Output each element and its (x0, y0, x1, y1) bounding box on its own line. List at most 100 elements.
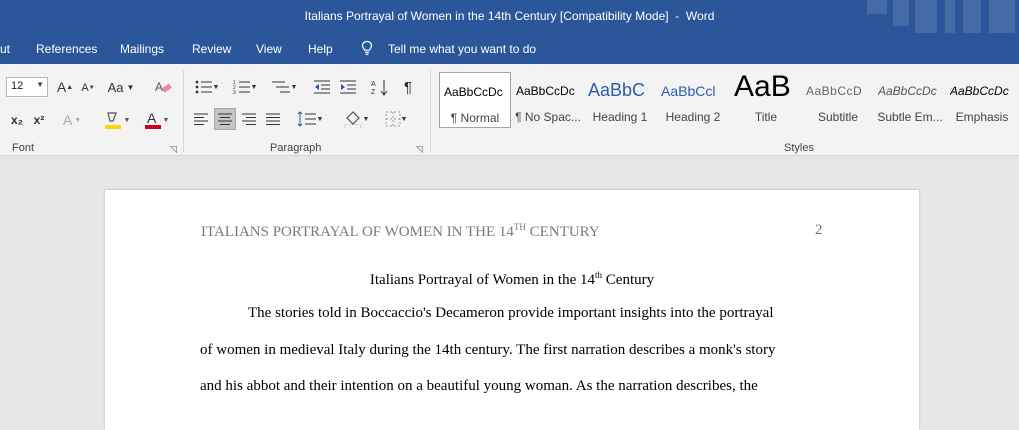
style-sample: AaBbC (588, 80, 646, 100)
numbered-list-icon: 123 (233, 80, 250, 95)
ribbon: 12 ▼ A ▲ A ▼ Aa ▼ A x₂ x² A ▼ ▼ A ▼ Font ◹ ▼ (0, 64, 1019, 156)
style-name: Heading 1 (592, 110, 648, 124)
lightbulb-icon (361, 40, 373, 55)
body-line: and his abbot and their intention on a b… (200, 378, 758, 394)
style-title[interactable]: AaB Title (730, 70, 802, 128)
style-name: Subtitle (817, 110, 859, 124)
bullet-list-icon (195, 80, 212, 94)
decrease-indent-icon (314, 80, 330, 94)
style-sample: AaBbCcD (806, 84, 863, 98)
clear-formatting-button[interactable]: A (154, 77, 172, 97)
align-right-button[interactable] (239, 109, 259, 129)
align-center-button[interactable] (214, 108, 236, 130)
style-name: Title (754, 110, 778, 124)
tab-view[interactable]: View (256, 42, 282, 56)
style-sample: AaBbCcDc (516, 84, 575, 98)
paragraph-dialog-launcher-icon[interactable]: ◹ (416, 144, 423, 155)
svg-text:A: A (371, 81, 376, 88)
style-name: Subtle Em... (877, 110, 943, 124)
style-name: ¶ Normal (450, 111, 500, 125)
borders-button[interactable]: ▼ (380, 108, 412, 130)
tab-help[interactable]: Help (308, 42, 333, 56)
document-name: Italians Portrayal of Women in the 14th … (304, 9, 669, 23)
tell-me-search[interactable]: Tell me what you want to do (388, 42, 536, 56)
line-spacing-icon (297, 111, 316, 127)
styles-gallery: AaBbCcDc ¶ Normal AaBbCcDc ¶ No Spac... … (438, 70, 1019, 129)
text-effects-button[interactable]: A ▼ (60, 110, 84, 130)
subscript-button[interactable]: x₂ (8, 111, 26, 129)
font-color-button[interactable]: A ▼ (140, 109, 172, 131)
font-size-value: 12 (11, 80, 24, 92)
group-divider (430, 70, 431, 152)
numbering-button[interactable]: 123 ▼ (230, 77, 260, 97)
align-left-icon (194, 113, 208, 125)
style-subtle-emphasis[interactable]: AaBbCcDc Subtle Em... (874, 72, 946, 128)
style-heading-1[interactable]: AaBbC Heading 1 (584, 72, 656, 128)
decrease-indent-button[interactable] (312, 77, 332, 97)
paint-bucket-icon (344, 111, 361, 128)
show-hide-button[interactable]: ¶ (398, 77, 418, 97)
shading-button[interactable]: ▼ (340, 108, 372, 130)
svg-text:A: A (155, 80, 163, 94)
align-left-button[interactable] (191, 109, 211, 129)
change-case-button[interactable]: Aa ▼ (106, 78, 136, 96)
sort-az-icon: AZ (371, 80, 388, 96)
styles-group-label: Styles (784, 142, 814, 154)
font-group-label: Font (12, 142, 35, 154)
chevron-down-icon: ▼ (36, 80, 44, 89)
tab-mailings[interactable]: Mailings (120, 42, 164, 56)
increase-indent-icon (340, 80, 356, 94)
document-page[interactable]: ITALIANS PORTRAYAL OF WOMEN IN THE 14TH … (105, 190, 919, 430)
style-sample: AaB (734, 70, 791, 103)
align-right-icon (242, 113, 256, 125)
tab-references[interactable]: References (36, 42, 97, 56)
title-bar-decoration (859, 0, 1019, 33)
tab-layout[interactable]: ut (0, 42, 10, 56)
app-name: Word (685, 9, 715, 23)
style-sample: AaBbCcl (661, 83, 716, 99)
document-title: Italians Portrayal of Women in the 14th … (369, 270, 655, 288)
style-heading-2[interactable]: AaBbCcl Heading 2 (657, 72, 729, 128)
justify-icon (266, 113, 280, 125)
body-line: of women in medieval Italy during the 14… (200, 342, 776, 358)
grow-font-button[interactable]: A ▲ (56, 78, 74, 96)
style-sample: AaBbCcDc (878, 84, 937, 98)
style-normal[interactable]: AaBbCcDc ¶ Normal (439, 72, 511, 128)
group-divider (183, 70, 184, 152)
justify-button[interactable] (263, 109, 283, 129)
svg-text:Z: Z (371, 89, 376, 96)
superscript-button[interactable]: x² (30, 111, 48, 129)
highlighter-icon (104, 112, 121, 129)
highlight-color-button[interactable]: ▼ (100, 109, 132, 131)
multilevel-list-icon (271, 81, 290, 93)
style-sample: AaBbCcDc (950, 84, 1009, 98)
title-separator: - (668, 9, 686, 23)
line-spacing-button[interactable]: ▼ (294, 108, 326, 130)
style-name: Heading 2 (665, 110, 721, 124)
body-line: The stories told in Boccaccio's Decamero… (248, 305, 774, 321)
style-no-spacing[interactable]: AaBbCcDc ¶ No Spac... (512, 72, 584, 128)
font-size-box[interactable]: 12 ▼ (6, 77, 48, 97)
bullets-button[interactable]: ▼ (192, 77, 222, 97)
paragraph-group-label: Paragraph (270, 142, 322, 154)
page-number: 2 (815, 222, 823, 238)
align-center-icon (218, 113, 232, 125)
borders-icon (385, 111, 401, 127)
shrink-font-button[interactable]: A ▼ (80, 79, 96, 97)
eraser-icon: A (155, 80, 172, 94)
style-sample: AaBbCcDc (444, 85, 503, 99)
tab-review[interactable]: Review (192, 42, 231, 56)
style-emphasis[interactable]: AaBbCcDc Emphasis (946, 72, 1018, 128)
style-name: Emphasis (955, 110, 1009, 124)
font-dialog-launcher-icon[interactable]: ◹ (170, 144, 177, 155)
increase-indent-button[interactable] (338, 77, 358, 97)
menu-bar: ut References Mailings Review View Help … (0, 33, 1019, 64)
title-bar: Italians Portrayal of Women in the 14th … (0, 0, 1019, 33)
font-color-icon: A (144, 110, 161, 129)
svg-text:A: A (147, 110, 157, 126)
style-name: ¶ No Spac... (515, 110, 581, 124)
sort-button[interactable]: AZ (370, 77, 390, 97)
multilevel-list-button[interactable]: ▼ (268, 77, 300, 97)
running-header: ITALIANS PORTRAYAL OF WOMEN IN THE 14TH … (201, 222, 600, 240)
style-subtitle[interactable]: AaBbCcD Subtitle (802, 72, 874, 128)
